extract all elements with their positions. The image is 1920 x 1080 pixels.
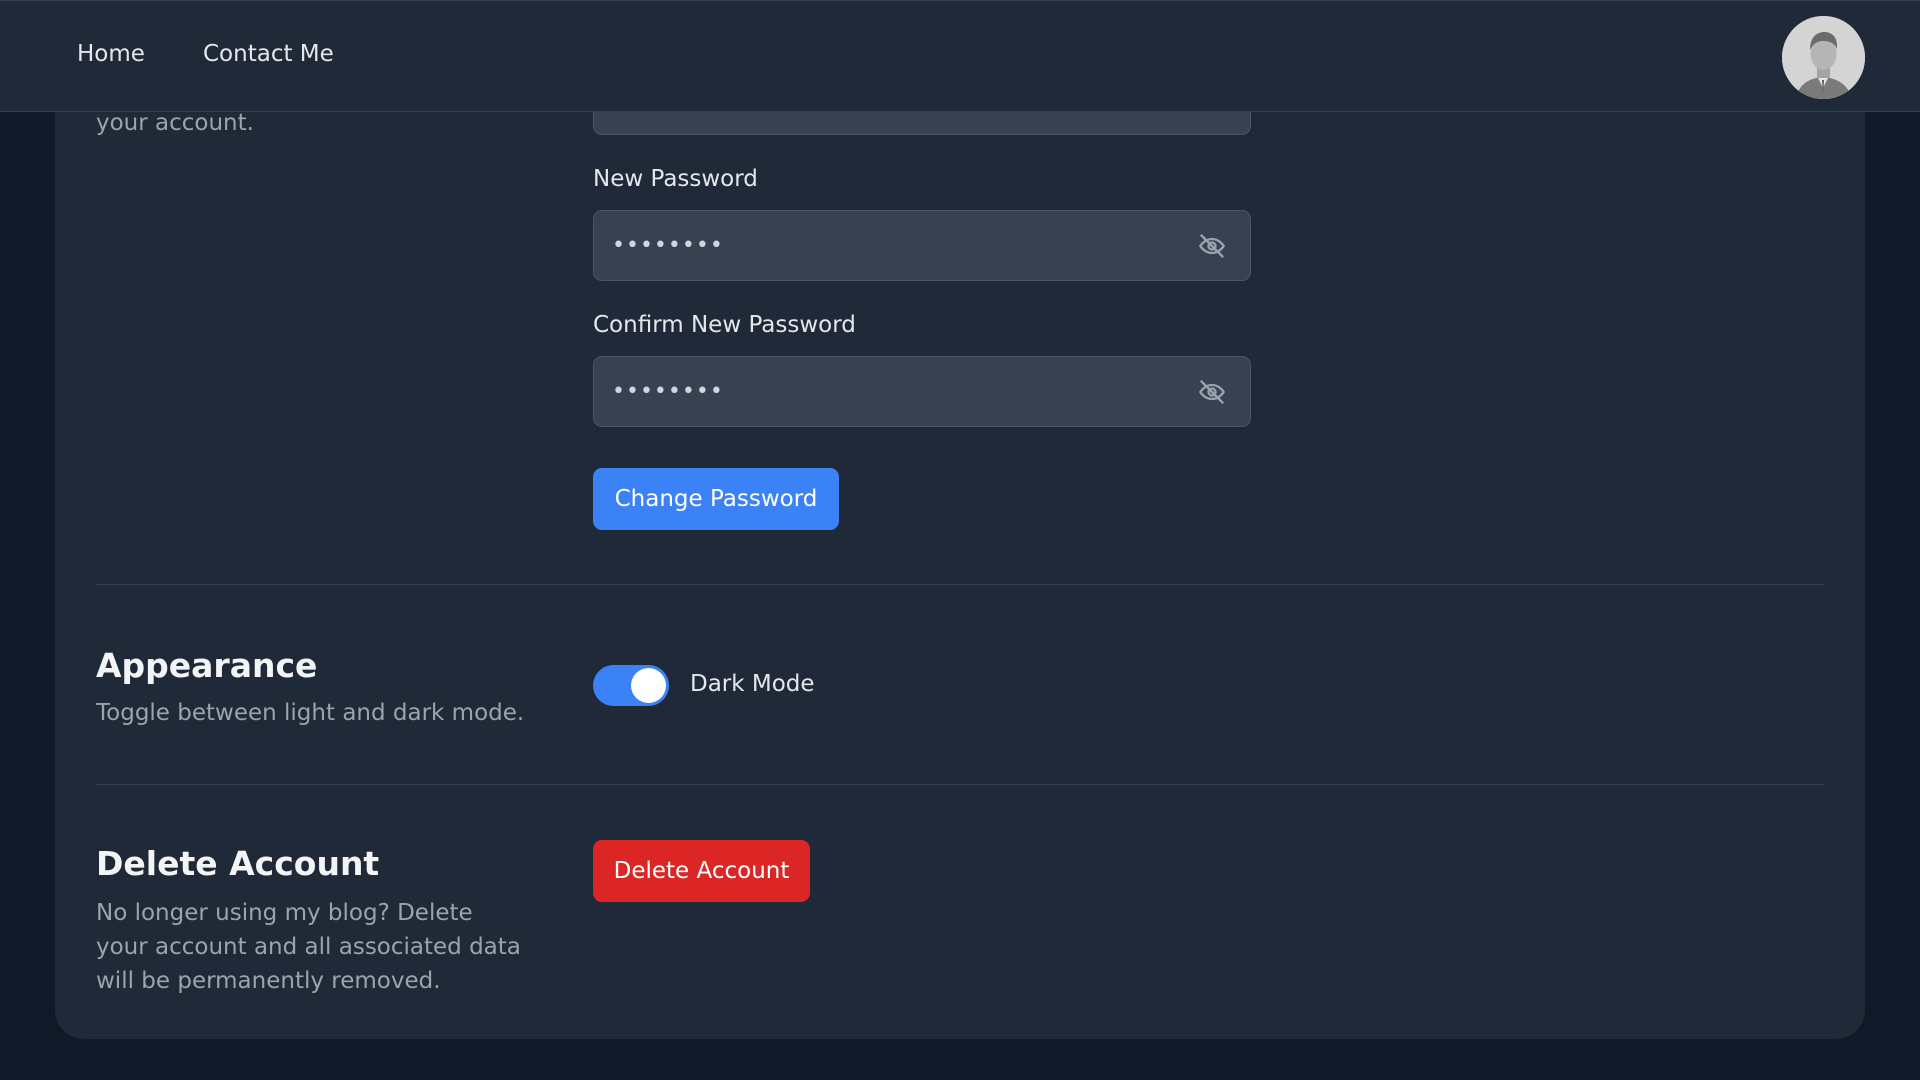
confirm-password-value: •••••••• [612,379,724,404]
user-avatar-icon [1782,16,1865,99]
delete-account-title: Delete Account [96,844,380,883]
user-avatar[interactable] [1782,16,1865,99]
appearance-title: Appearance [96,646,318,685]
new-password-field[interactable]: •••••••• [593,210,1251,281]
appearance-description: Toggle between light and dark mode. [96,700,525,726]
dark-mode-toggle[interactable] [593,665,669,706]
confirm-password-label: Confirm New Password [593,312,856,338]
settings-card [55,0,1865,1039]
delete-account-button[interactable]: Delete Account [593,840,810,902]
delete-account-description: No longer using my blog? Delete your acc… [96,900,521,994]
section-divider [96,584,1824,585]
new-password-label: New Password [593,166,758,192]
password-section-description: your account. [96,110,254,136]
nav-contact-link[interactable]: Contact Me [203,41,334,67]
new-password-value: •••••••• [612,233,724,258]
dark-mode-label: Dark Mode [690,671,815,697]
confirm-password-field[interactable]: •••••••• [593,356,1251,427]
eye-off-icon[interactable] [1196,378,1228,406]
nav-home-link[interactable]: Home [77,41,145,67]
top-navbar: Home Contact Me [0,0,1920,112]
change-password-button[interactable]: Change Password [593,468,839,530]
eye-off-icon[interactable] [1196,232,1228,260]
toggle-knob [631,668,666,703]
section-divider [96,784,1824,785]
